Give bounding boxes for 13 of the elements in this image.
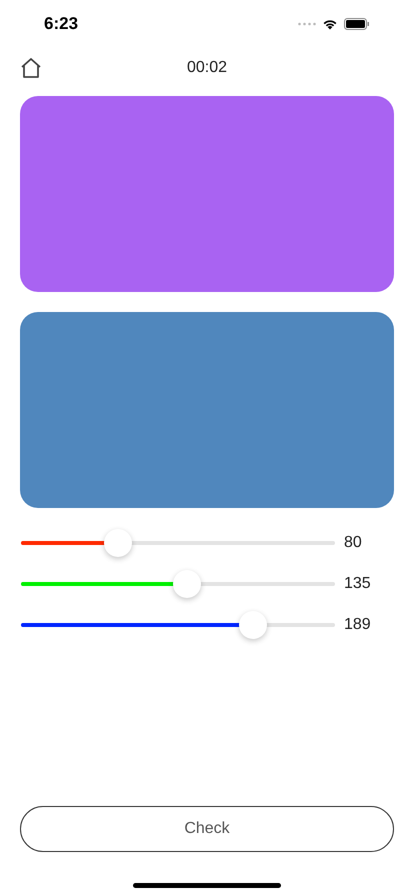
slider-thumb[interactable] (239, 610, 268, 638)
status-time: 6:23 (44, 14, 78, 34)
slider-thumb[interactable] (173, 570, 202, 598)
slider-value: 80 (344, 534, 362, 552)
home-button[interactable] (19, 56, 43, 80)
timer: 00:02 (186, 59, 228, 77)
slider-value: 135 (344, 574, 371, 592)
battery-icon (344, 18, 370, 30)
signal-icon (298, 22, 316, 26)
wifi-icon (322, 18, 338, 30)
slider-thumb[interactable] (104, 528, 132, 556)
check-button[interactable]: Check (20, 806, 394, 852)
slider-value: 189 (344, 616, 371, 634)
